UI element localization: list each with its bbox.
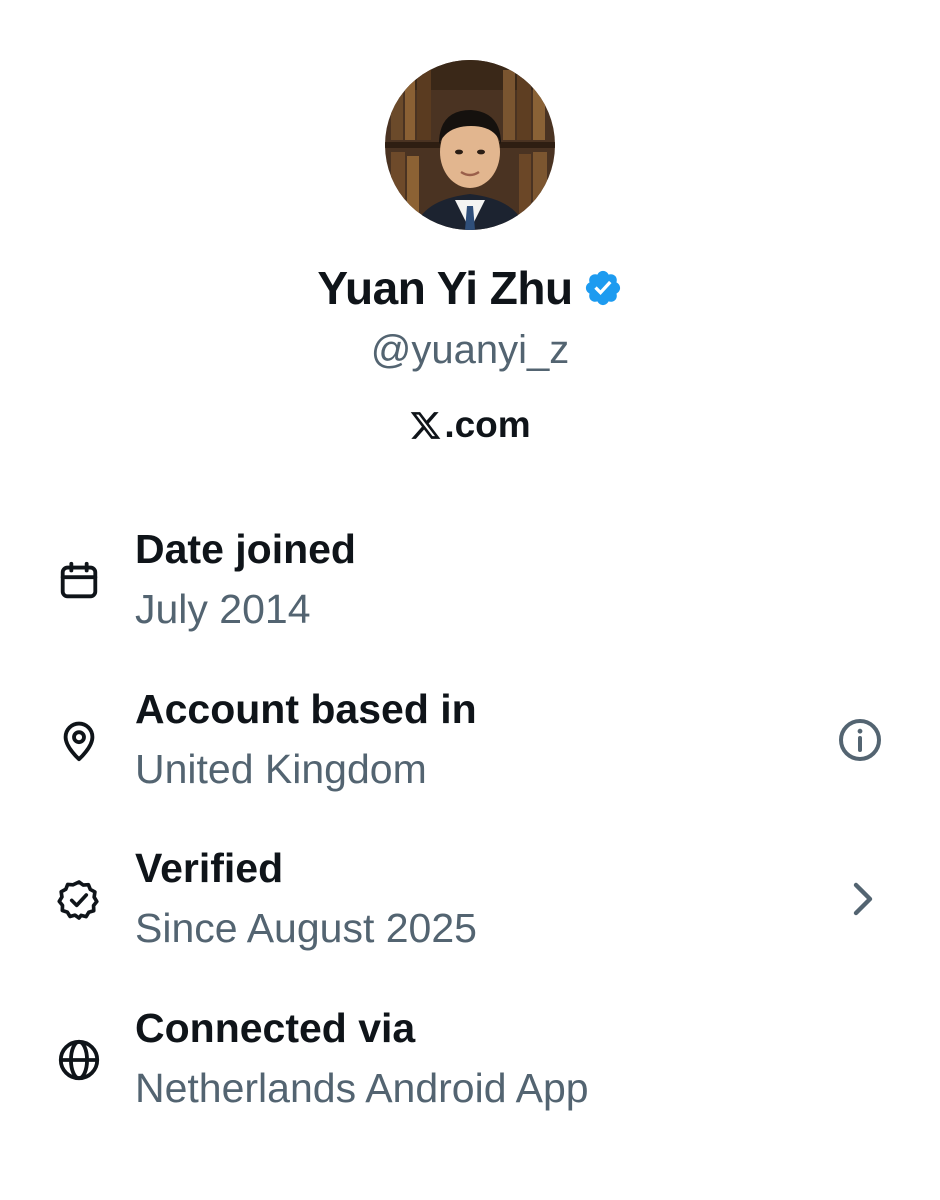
display-name: Yuan Yi Zhu	[317, 262, 573, 314]
about-row-label: Date joined	[135, 526, 356, 572]
globe-icon	[56, 1037, 102, 1083]
location-pin-icon	[56, 718, 102, 764]
source-domain: .com	[0, 400, 940, 450]
info-icon[interactable]	[836, 716, 884, 764]
about-row-value: July 2014	[135, 586, 311, 632]
about-row-connected-via: Connected via Netherlands Android App	[0, 1005, 940, 1135]
about-row-account-based-in: Account based in United Kingdom	[0, 686, 940, 816]
chevron-right-icon[interactable]	[838, 875, 886, 923]
verified-badge-icon[interactable]	[583, 268, 623, 308]
calendar-icon	[56, 558, 102, 604]
about-row-verified[interactable]: Verified Since August 2025	[0, 845, 940, 975]
profile-name-row: Yuan Yi Zhu	[0, 258, 940, 318]
about-row-value: Since August 2025	[135, 905, 477, 951]
x-logo-icon	[411, 411, 441, 439]
about-row-label: Account based in	[135, 686, 477, 732]
avatar-image	[385, 60, 555, 230]
about-row-date-joined: Date joined July 2014	[0, 526, 940, 656]
verified-badge-outline-icon	[56, 877, 102, 923]
about-row-value: United Kingdom	[135, 746, 427, 792]
about-row-label: Verified	[135, 845, 284, 891]
about-row-label: Connected via	[135, 1005, 416, 1051]
profile-avatar[interactable]	[385, 60, 555, 230]
profile-handle: @yuanyi_z	[370, 328, 570, 372]
source-domain-label: .com	[444, 404, 531, 445]
about-row-value: Netherlands Android App	[135, 1065, 589, 1111]
